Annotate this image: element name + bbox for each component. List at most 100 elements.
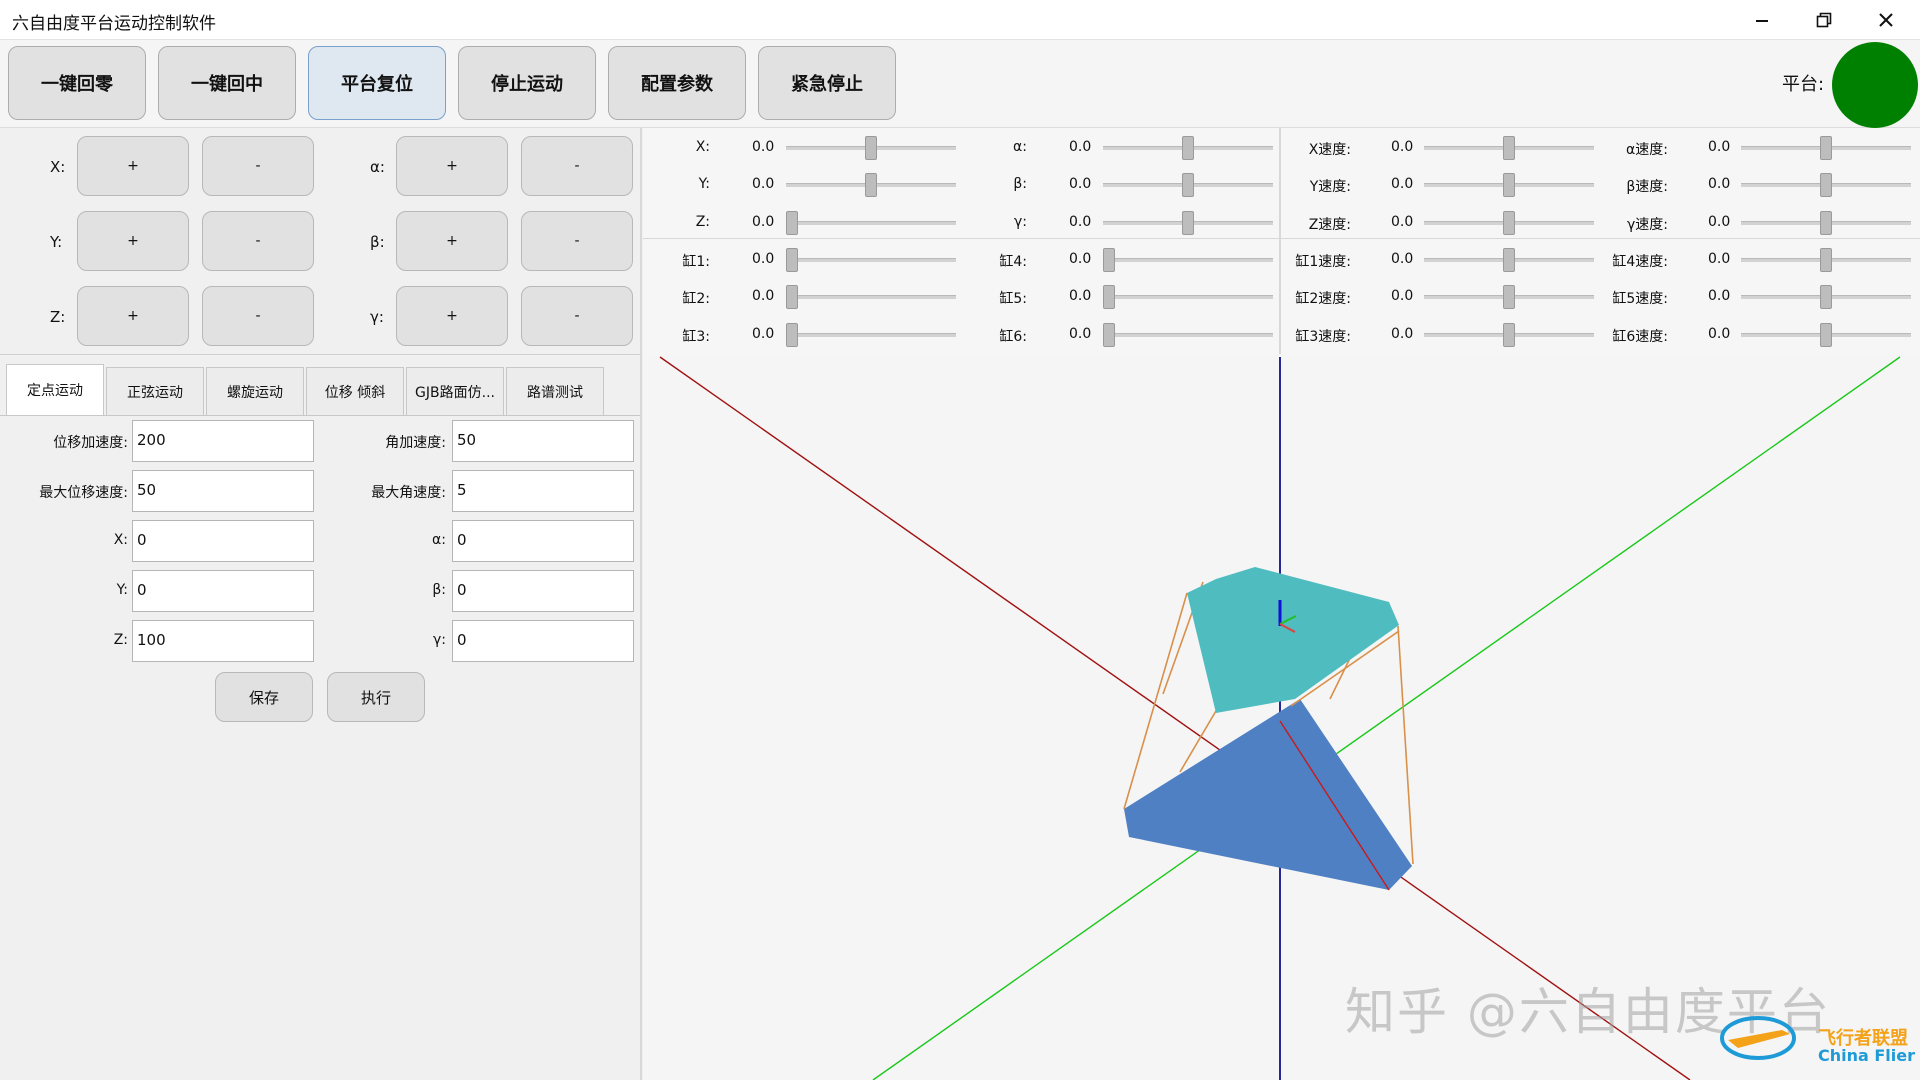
target-beta-label: β: — [432, 582, 446, 598]
max-angular-speed-field[interactable]: 5 — [452, 470, 634, 512]
tab-road-spectrum[interactable]: 路谱测试 — [506, 367, 604, 416]
slider-track[interactable] — [1103, 295, 1273, 299]
execute-button[interactable]: 执行 — [327, 672, 425, 722]
angular-accel-field[interactable]: 50 — [452, 420, 634, 462]
slider-thumb[interactable] — [1503, 173, 1515, 197]
jog-beta-minus-button[interactable]: - — [521, 211, 633, 271]
slider-thumb[interactable] — [1503, 136, 1515, 160]
slider-label: α速度: — [1626, 142, 1668, 158]
jog-panel: X: + - α: + - Y: + - β: + - Z: + - γ: + … — [0, 128, 640, 355]
slider-label: X: — [695, 139, 710, 155]
target-z-field[interactable]: 100 — [132, 620, 314, 662]
slider-value: 0.0 — [1708, 176, 1731, 192]
slider-thumb[interactable] — [865, 173, 877, 197]
status-sliders-panel — [643, 128, 1920, 354]
save-button[interactable]: 保存 — [215, 672, 313, 722]
slider-value: 0.0 — [1069, 214, 1092, 230]
slider-label: 缸6速度: — [1612, 329, 1668, 345]
slider-thumb[interactable] — [1820, 285, 1832, 309]
slider-thumb[interactable] — [1503, 248, 1515, 272]
config-params-button[interactable]: 配置参数 — [608, 46, 746, 120]
slider-value: 0.0 — [1069, 251, 1092, 267]
slider-label: 缸3速度: — [1295, 329, 1351, 345]
slider-label: 缸5: — [999, 291, 1027, 307]
slider-value: 0.0 — [752, 288, 775, 304]
jog-gamma-plus-button[interactable]: + — [396, 286, 508, 346]
stop-motion-button[interactable]: 停止运动 — [458, 46, 596, 120]
jog-gamma-minus-button[interactable]: - — [521, 286, 633, 346]
slider-thumb[interactable] — [1820, 211, 1832, 235]
slider-thumb[interactable] — [786, 248, 798, 272]
jog-x-minus-button[interactable]: - — [202, 136, 314, 196]
jog-alpha-plus-button[interactable]: + — [396, 136, 508, 196]
sliders-row-divider — [643, 238, 1920, 239]
jog-x-plus-button[interactable]: + — [77, 136, 189, 196]
slider-thumb[interactable] — [786, 211, 798, 235]
slider-thumb[interactable] — [786, 323, 798, 347]
slider-value: 0.0 — [1069, 176, 1092, 192]
pane-divider — [640, 128, 642, 1080]
slider-thumb[interactable] — [786, 285, 798, 309]
jog-z-plus-button[interactable]: + — [77, 286, 189, 346]
slider-thumb[interactable] — [1820, 248, 1832, 272]
restore-icon[interactable] — [1794, 0, 1854, 40]
home-zero-button[interactable]: 一键回零 — [8, 46, 146, 120]
slider-thumb[interactable] — [1182, 211, 1194, 235]
slider-track[interactable] — [786, 333, 956, 337]
tab-gjb-road[interactable]: GJB路面仿... — [406, 367, 504, 416]
slider-thumb[interactable] — [1503, 285, 1515, 309]
tab-displacement-tilt[interactable]: 位移 倾斜 — [306, 367, 404, 416]
slider-thumb[interactable] — [865, 136, 877, 160]
jog-y-minus-button[interactable]: - — [202, 211, 314, 271]
slider-thumb[interactable] — [1820, 173, 1832, 197]
jog-y-plus-button[interactable]: + — [77, 211, 189, 271]
jog-beta-plus-button[interactable]: + — [396, 211, 508, 271]
jog-z-minus-button[interactable]: - — [202, 286, 314, 346]
slider-thumb[interactable] — [1820, 323, 1832, 347]
top-plate — [1187, 567, 1399, 713]
target-gamma-field[interactable]: 0 — [452, 620, 634, 662]
target-alpha-field[interactable]: 0 — [452, 520, 634, 562]
max-displacement-speed-field[interactable]: 50 — [132, 470, 314, 512]
slider-value: 0.0 — [1069, 139, 1092, 155]
displacement-accel-field[interactable]: 200 — [132, 420, 314, 462]
slider-thumb[interactable] — [1103, 285, 1115, 309]
toolbar: 一键回零 一键回中 平台复位 停止运动 配置参数 紧急停止 平台: — [0, 40, 1920, 128]
tab-sine[interactable]: 正弦运动 — [106, 367, 204, 416]
slider-thumb[interactable] — [1103, 323, 1115, 347]
minimize-icon[interactable] — [1732, 0, 1792, 40]
slider-track[interactable] — [786, 258, 956, 262]
slider-thumb[interactable] — [1503, 211, 1515, 235]
jog-alpha-minus-button[interactable]: - — [521, 136, 633, 196]
slider-track[interactable] — [1103, 258, 1273, 262]
jog-label-gamma: γ: — [370, 308, 384, 326]
slider-value: 0.0 — [752, 139, 775, 155]
slider-track[interactable] — [786, 295, 956, 299]
slider-thumb[interactable] — [1820, 136, 1832, 160]
target-x-field[interactable]: 0 — [132, 520, 314, 562]
slider-thumb[interactable] — [1182, 173, 1194, 197]
china-flier-logo — [1718, 1008, 1800, 1064]
tab-fixed-point[interactable]: 定点运动 — [6, 364, 104, 416]
emergency-stop-button[interactable]: 紧急停止 — [758, 46, 896, 120]
slider-track[interactable] — [786, 221, 956, 225]
target-alpha-label: α: — [432, 532, 446, 548]
slider-label: Z速度: — [1308, 217, 1351, 233]
close-icon[interactable] — [1856, 0, 1916, 40]
slider-thumb[interactable] — [1503, 323, 1515, 347]
target-x-label: X: — [113, 532, 128, 548]
slider-label: Y速度: — [1309, 179, 1351, 195]
tab-spiral[interactable]: 螺旋运动 — [206, 367, 304, 416]
slider-label: 缸5速度: — [1612, 291, 1668, 307]
slider-label: 缸4速度: — [1612, 254, 1668, 270]
slider-thumb[interactable] — [1182, 136, 1194, 160]
slider-thumb[interactable] — [1103, 248, 1115, 272]
platform-reset-button[interactable]: 平台复位 — [308, 46, 446, 120]
slider-label: γ速度: — [1626, 217, 1668, 233]
target-y-field[interactable]: 0 — [132, 570, 314, 612]
home-center-button[interactable]: 一键回中 — [158, 46, 296, 120]
sliders-column-divider — [1279, 128, 1281, 354]
slider-track[interactable] — [1103, 333, 1273, 337]
target-beta-field[interactable]: 0 — [452, 570, 634, 612]
slider-value: 0.0 — [1391, 139, 1414, 155]
